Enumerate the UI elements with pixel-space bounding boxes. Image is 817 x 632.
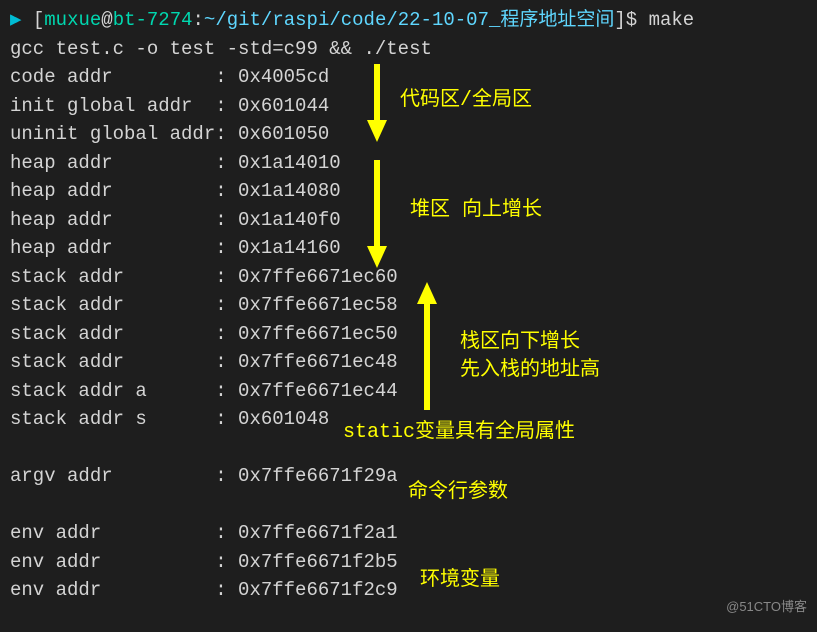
row-value: 0x601050: [238, 123, 329, 145]
output-row: stack addr : 0x7ffe6671ec60: [10, 263, 807, 292]
row-sep: :: [215, 237, 238, 259]
prompt-path-cn: 程序地址空间: [500, 9, 614, 31]
output-row: heap addr : 0x1a140f0: [10, 206, 807, 235]
row-sep: :: [215, 152, 238, 174]
row-sep: :: [215, 380, 238, 402]
row-value: 0x7ffe6671f2a1: [238, 522, 398, 544]
row-value: 0x1a14160: [238, 237, 341, 259]
row-value: 0x7ffe6671f2c9: [238, 579, 398, 601]
annotation-code-global: 代码区/全局区: [400, 86, 532, 116]
output-row: uninit global addr: 0x601050: [10, 120, 807, 149]
output-row: env addr : 0x7ffe6671f2a1: [10, 519, 807, 548]
row-label: heap addr: [10, 237, 215, 259]
prompt-user: muxue: [44, 9, 101, 31]
row-label: env addr: [10, 579, 215, 601]
row-sep: :: [215, 180, 238, 202]
annotation-stack-line1: 栈区向下增长: [460, 328, 580, 358]
row-value: 0x7ffe6671f2b5: [238, 551, 398, 573]
row-value: 0x1a14080: [238, 180, 341, 202]
row-sep: :: [215, 408, 238, 430]
output-rows: code addr : 0x4005cd init global addr : 0…: [10, 63, 807, 605]
row-value: 0x7ffe6671ec50: [238, 323, 398, 345]
row-value: 0x1a14010: [238, 152, 341, 174]
row-sep: :: [215, 351, 238, 373]
compile-output: gcc test.c -o test -std=c99 && ./test: [10, 35, 807, 64]
row-label: code addr: [10, 66, 215, 88]
arrow-stack-icon: [415, 282, 439, 410]
annotation-stack-line2: 先入栈的地址高: [460, 356, 600, 386]
row-sep: :: [215, 95, 238, 117]
row-sep: :: [215, 123, 238, 145]
row-value: 0x7ffe6671f29a: [238, 465, 398, 487]
row-label: stack addr a: [10, 380, 215, 402]
arrow-heap-icon: [365, 160, 389, 268]
row-sep: :: [215, 266, 238, 288]
row-sep: :: [215, 522, 238, 544]
row-value: 0x7ffe6671ec60: [238, 266, 398, 288]
row-label: heap addr: [10, 152, 215, 174]
row-label: stack addr: [10, 351, 215, 373]
output-row: env addr : 0x7ffe6671f2b5: [10, 548, 807, 577]
output-row: heap addr : 0x1a14080: [10, 177, 807, 206]
prompt-line[interactable]: ▶ [muxue@bt-7274:~/git/raspi/code/22-10-…: [10, 6, 807, 35]
row-label: argv addr: [10, 465, 215, 487]
row-label: env addr: [10, 522, 215, 544]
prompt-arrow-icon: ▶: [10, 9, 21, 31]
row-label: init global addr: [10, 95, 215, 117]
output-row: heap addr : 0x1a14010: [10, 149, 807, 178]
output-row: stack addr : 0x7ffe6671ec48: [10, 348, 807, 377]
row-label: stack addr s: [10, 408, 215, 430]
row-sep: :: [215, 66, 238, 88]
row-sep: :: [215, 209, 238, 231]
row-value: 0x7ffe6671ec48: [238, 351, 398, 373]
output-row: stack addr a : 0x7ffe6671ec44: [10, 377, 807, 406]
prompt-close-bracket: ]$: [614, 9, 637, 31]
row-label: stack addr: [10, 266, 215, 288]
row-label: heap addr: [10, 209, 215, 231]
annotation-static: static变量具有全局属性: [343, 418, 575, 448]
arrow-code-global-icon: [365, 64, 389, 142]
row-value: 0x4005cd: [238, 66, 329, 88]
row-sep: :: [215, 465, 238, 487]
annotation-env: 环境变量: [420, 566, 500, 596]
row-label: stack addr: [10, 323, 215, 345]
row-sep: :: [215, 579, 238, 601]
watermark: @51CTO博客: [726, 597, 807, 617]
prompt-path-en: ~/git/raspi/code/22-10-07_: [204, 9, 500, 31]
row-label: stack addr: [10, 294, 215, 316]
output-row: heap addr : 0x1a14160: [10, 234, 807, 263]
row-sep: :: [215, 551, 238, 573]
prompt-open-bracket: [: [33, 9, 44, 31]
output-row: stack addr : 0x7ffe6671ec50: [10, 320, 807, 349]
prompt-at: @: [101, 9, 112, 31]
row-label: heap addr: [10, 180, 215, 202]
output-row: stack addr : 0x7ffe6671ec58: [10, 291, 807, 320]
annotation-argv: 命令行参数: [408, 478, 508, 508]
row-sep: :: [215, 323, 238, 345]
row-label: uninit global addr: [10, 123, 215, 145]
row-value: 0x1a140f0: [238, 209, 341, 231]
row-value: 0x7ffe6671ec58: [238, 294, 398, 316]
annotation-heap: 堆区 向上增长: [410, 196, 542, 226]
output-row: env addr : 0x7ffe6671f2c9: [10, 576, 807, 605]
row-label: env addr: [10, 551, 215, 573]
prompt-colon: :: [193, 9, 204, 31]
row-value: 0x601048: [238, 408, 329, 430]
prompt-host: bt-7274: [113, 9, 193, 31]
row-value: 0x601044: [238, 95, 329, 117]
row-sep: :: [215, 294, 238, 316]
command-text: make: [637, 9, 694, 31]
row-value: 0x7ffe6671ec44: [238, 380, 398, 402]
